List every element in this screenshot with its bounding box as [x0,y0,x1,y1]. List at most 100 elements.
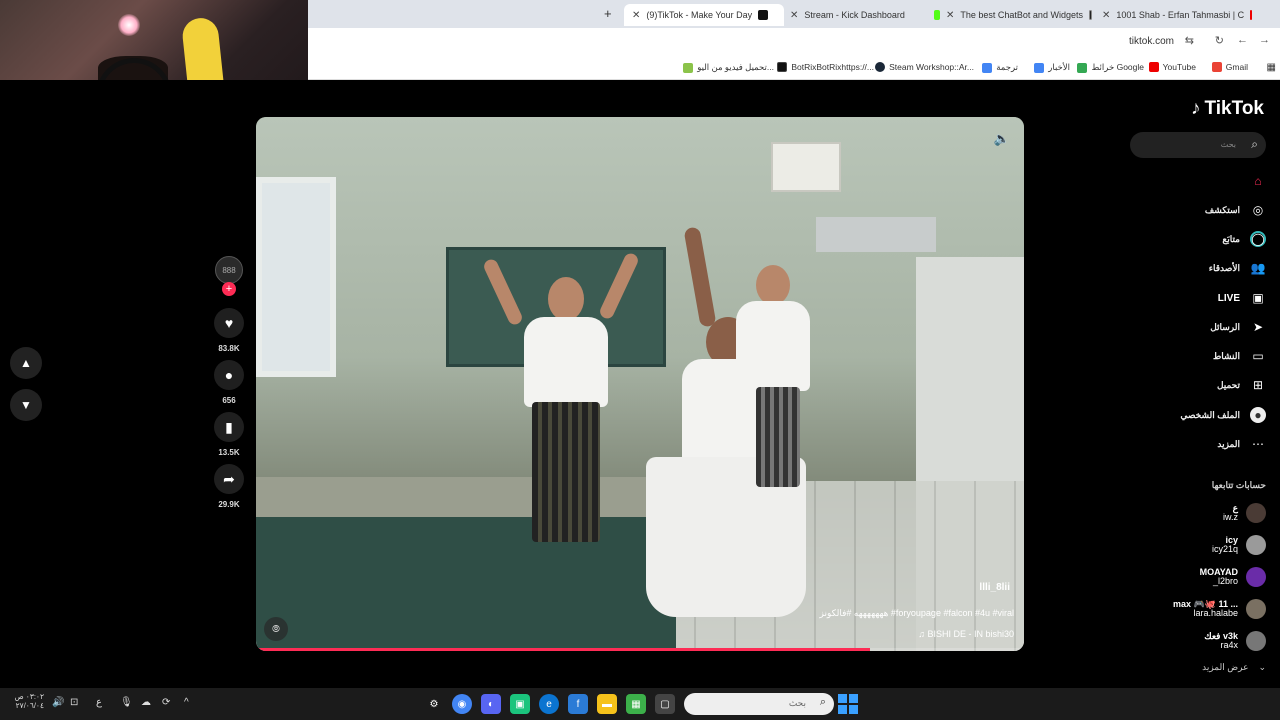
nav-friends[interactable]: الأصدقاء 👥 [1126,257,1266,279]
creator-avatar[interactable]: 888 [215,256,243,284]
youtube-favicon-icon [1250,10,1252,20]
share-action[interactable]: ➦ 29.9K [212,464,246,509]
followed-account[interactable]: فعك v3k ra4x [1126,628,1266,654]
video-music[interactable]: ♫ BISHI DE - IN bishi30 [918,629,1014,639]
tiktok-logo[interactable]: ♪ TikTok [1191,98,1264,120]
followed-account[interactable]: MOAYAD _l2bro [1126,564,1266,590]
video-username[interactable]: llli_8lii [979,582,1010,593]
sync-icon[interactable]: ⟳ [162,697,170,708]
video-scene-lower-cabinet [256,517,676,651]
previous-video-button[interactable]: ▲ [10,347,42,379]
settings-app-icon[interactable]: ⚙ [424,694,444,714]
taskbar-search-input[interactable]: بحث ⌕ [684,693,834,715]
close-tab-icon[interactable]: ✕ [1102,10,1110,21]
bookmark-news[interactable]: الأخبار [1034,62,1070,73]
sound-icon[interactable]: 🔈 [994,131,1010,147]
kick-favicon-icon [933,10,940,20]
network-icon[interactable]: ⊡ [70,697,78,708]
share-icon[interactable]: ➦ [214,464,244,494]
bookmark-youtube[interactable]: YouTube [1148,62,1196,72]
see-more-link[interactable]: عرض المزيد ⌄ [1202,662,1266,673]
volume-icon[interactable]: 🔊 [52,697,64,708]
nav-messages[interactable]: الرسائل ➤ [1126,316,1266,338]
nav-more[interactable]: المزيد ⋯ [1126,433,1266,455]
file-explorer-icon[interactable]: ▬ [597,694,617,714]
site-settings-icon[interactable]: ⇆ [1185,34,1194,47]
discord-app-icon[interactable]: ◐ [481,694,501,714]
nav-following[interactable]: متابَع ◯ [1126,228,1266,250]
language-indicator[interactable]: ع [96,697,102,708]
friends-icon: 👥 [1250,261,1266,275]
facebook-app-icon[interactable]: f [568,694,588,714]
tab-chatbot[interactable]: ✕ The best ChatBot and Widgets [946,4,1092,26]
chatbot-favicon-icon [1088,10,1092,20]
nav-explore[interactable]: استكشف ◎ [1126,199,1266,221]
microphone-icon[interactable]: 🎙 [120,697,133,708]
share-count: 29.9K [218,500,240,509]
following-accounts-title: حسابات تتابعها [1211,480,1266,490]
task-view-icon[interactable]: ▢ [655,694,675,714]
forward-icon[interactable]: → [1259,34,1270,46]
like-action[interactable]: ♥ 83.8K [212,308,246,353]
follow-plus-icon[interactable]: + [222,282,236,296]
chrome-app-icon[interactable]: ◉ [452,694,472,714]
bookmark-steam[interactable]: Steam Workshop::Ar... [875,62,974,72]
like-count: 83.8K [218,344,240,353]
bookmark-icon[interactable]: ▮ [214,412,244,442]
bookmark-maps[interactable]: خرائط Google [1077,62,1144,73]
video-scene-ac [771,142,841,192]
bookmark-video-download[interactable]: تحميل فيديو من اليو... [683,62,774,73]
watermark-logo-icon: ⦾ [264,617,288,641]
followed-account[interactable]: max 🎮🐙 11 ... lara.halabe [1126,596,1266,622]
tab-kick[interactable]: ✕ Stream - Kick Dashboard [790,4,940,26]
avatar [1246,503,1266,523]
comment-action[interactable]: ● 656 [212,360,246,405]
tab-youtube[interactable]: ✕ 1001 Shab - Erfan Tahmasbi | C [1102,4,1252,26]
next-video-button[interactable]: ▼ [10,389,42,421]
nav-profile[interactable]: الملف الشخصي ● [1126,404,1266,426]
close-tab-icon[interactable]: ✕ [946,10,954,21]
followed-account[interactable]: icy icy21q [1126,532,1266,558]
search-icon[interactable]: ⌕ [1251,137,1258,152]
reload-icon[interactable]: ↻ [1215,34,1224,47]
address-bar[interactable]: tiktok.com ⇆ ↻ ← → [308,28,1280,54]
tab-title: The best ChatBot and Widgets [960,10,1083,20]
close-tab-icon[interactable]: ✕ [632,10,640,21]
close-tab-icon[interactable]: ✕ [790,10,798,21]
translate-icon [982,62,993,73]
heart-icon[interactable]: ♥ [214,308,244,338]
nav-activity[interactable]: النشاط ▭ [1126,345,1266,367]
nav-home[interactable]: ⌂ [1126,170,1266,192]
tab-tiktok[interactable]: ✕ (9)TikTok - Make Your Day [624,4,784,26]
sidebar: ♪ TikTok بحث ⌕ ⌂ استكشف ◎ متابَع ◯ الأصد… [1130,80,1280,688]
screen: + ✕ (9)TikTok - Make Your Day ✕ Stream -… [0,0,1280,720]
save-action[interactable]: ▮ 13.5K [212,412,246,457]
edge-app-icon[interactable]: e [539,694,559,714]
nav-upload[interactable]: تحميل ⊞ [1126,374,1266,396]
bookmark-translate[interactable]: ترجمة [982,62,1018,73]
url-text[interactable]: tiktok.com [1129,36,1174,47]
streamlabs-app-icon[interactable]: ▣ [510,694,530,714]
bookmark-gmail[interactable]: Gmail [1211,62,1248,72]
bookmark-botrix[interactable]: BotRixBotRixhttps://... [777,62,874,72]
new-tab-button[interactable]: + [604,6,612,21]
nav-live[interactable]: LIVE ▣ [1126,287,1266,309]
taskbar-clock[interactable]: ٠٣:٠٢ ص ٢٧/٠٦/٠٤ [10,692,44,711]
live-icon: ▣ [1252,291,1264,305]
back-icon[interactable]: ← [1237,34,1248,46]
video-progress-bar[interactable] [256,648,1024,651]
windows-start-icon[interactable] [838,694,858,714]
activity-icon: ▭ [1252,349,1264,363]
tab-title: 1001 Shab - Erfan Tahmasbi | C [1116,10,1245,20]
followed-account[interactable]: ع iw.z [1126,500,1266,526]
tray-chevron-up-icon[interactable]: ^ [184,697,189,708]
store-app-icon[interactable]: ▦ [626,694,646,714]
video-player[interactable]: 🔈 ⦾ llli_8lii هههههههه #فالكونز #foryoup… [256,117,1024,651]
comment-icon[interactable]: ● [214,360,244,390]
video-scene-counter [256,477,676,517]
video-progress-fill [256,648,871,651]
apps-grid-icon[interactable]: ▦ [1267,62,1276,73]
cloud-icon[interactable]: ☁ [141,697,151,708]
avatar [1246,599,1266,619]
search-input[interactable]: بحث ⌕ [1130,132,1266,158]
